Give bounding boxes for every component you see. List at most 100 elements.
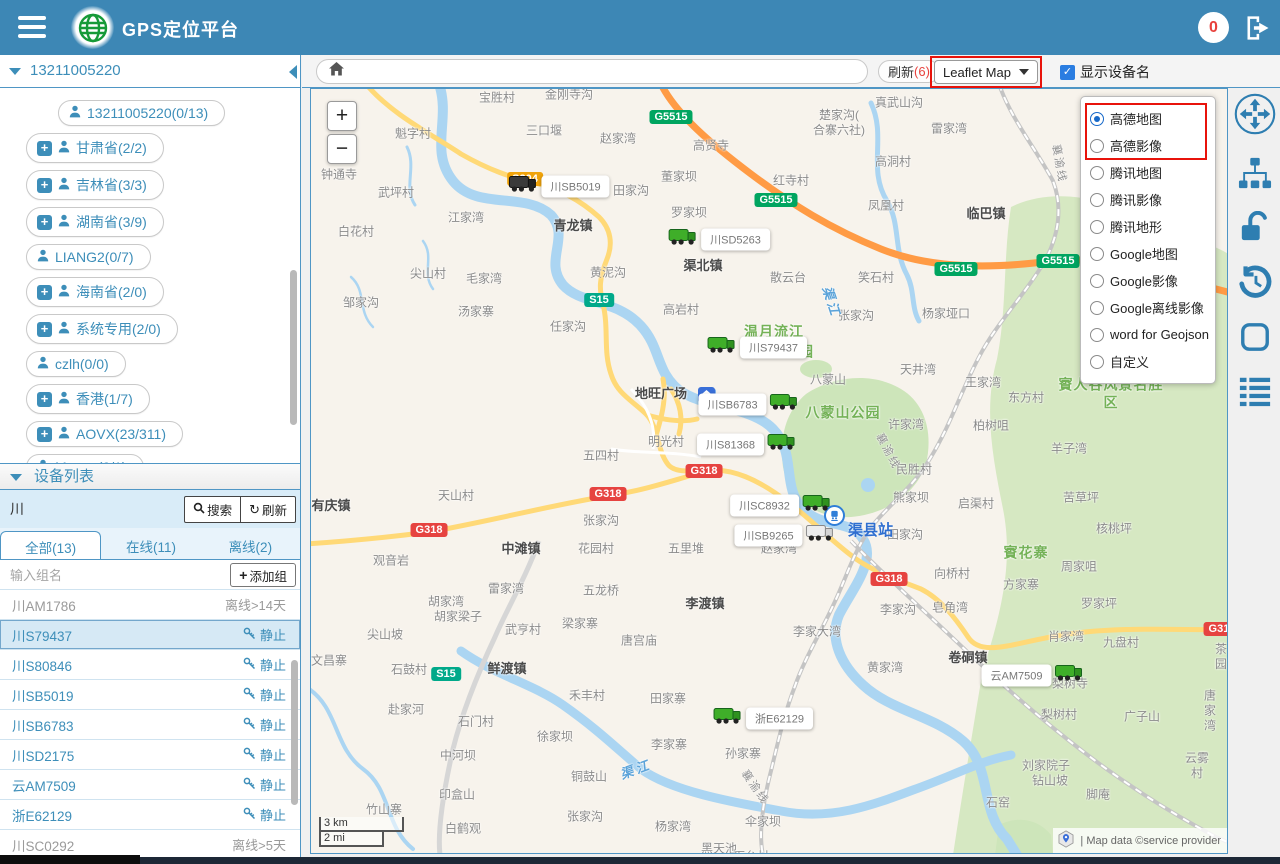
truck-icon[interactable] — [508, 175, 538, 198]
vehicle-label-bubble[interactable]: 云AM7509 — [982, 664, 1052, 686]
radio-icon[interactable] — [1090, 301, 1104, 315]
device-row[interactable]: 川AM1786 离线>14天 — [0, 590, 300, 620]
vehicle-marker[interactable]: 川S79437 — [707, 336, 807, 359]
vehicle-marker[interactable]: 川SB5019 — [508, 175, 609, 198]
vehicle-label-bubble[interactable]: 川SB5019 — [541, 175, 609, 197]
tree-node[interactable]: + czlh(0/0) — [26, 351, 126, 377]
expand-plus-icon[interactable]: + — [37, 215, 52, 230]
notification-badge[interactable]: 0 — [1198, 12, 1229, 43]
device-row[interactable]: 川SB5019 静止 — [0, 680, 300, 710]
vehicle-label-bubble[interactable]: 浙E62129 — [746, 707, 813, 729]
vehicle-marker[interactable]: 川SB6783 — [698, 393, 799, 416]
layer-option[interactable]: Google离线影像 — [1090, 294, 1215, 321]
basemap-select[interactable]: Leaflet Map — [934, 60, 1038, 84]
vehicle-marker[interactable]: 川SB9265 — [734, 524, 835, 547]
expand-plus-icon[interactable]: + — [37, 427, 52, 442]
show-names-checkbox[interactable]: ✓ — [1060, 65, 1075, 80]
radio-icon[interactable] — [1090, 220, 1104, 234]
vehicle-marker[interactable]: 川SD5263 — [668, 228, 770, 251]
vehicle-label-bubble[interactable]: 川SB9265 — [734, 524, 802, 546]
zoom-out-button[interactable]: − — [327, 134, 357, 164]
unlock-icon[interactable] — [1238, 211, 1272, 248]
tree-node[interactable]: + 海南省(2/0) — [26, 277, 164, 307]
logout-icon[interactable] — [1243, 14, 1273, 42]
device-row[interactable]: 川SD2175 静止 — [0, 740, 300, 770]
layer-option[interactable]: 高德地图 — [1090, 105, 1215, 132]
vehicle-label-bubble[interactable]: 川S79437 — [740, 336, 807, 358]
tree-node[interactable]: + 系统专用(2/0) — [26, 314, 178, 344]
history-icon[interactable] — [1237, 264, 1273, 305]
add-group-button[interactable]: +添加组 — [230, 563, 296, 587]
list-icon[interactable] — [1237, 374, 1273, 413]
device-tab[interactable]: 离线(2) — [201, 528, 300, 559]
radio-icon[interactable] — [1090, 247, 1104, 261]
device-list-header[interactable]: 设备列表 — [0, 463, 300, 490]
tree-node[interactable]: + LIANG2(0/7) — [26, 244, 151, 270]
device-list-scrollbar[interactable] — [291, 660, 298, 805]
radio-icon[interactable] — [1090, 139, 1104, 153]
layer-option[interactable]: 腾讯地形 — [1090, 213, 1215, 240]
tree-node[interactable]: + AOVX(23/311) — [26, 421, 183, 447]
device-search-input[interactable] — [10, 497, 180, 521]
radio-icon[interactable] — [1090, 166, 1104, 180]
device-row[interactable]: 川SB6783 静止 — [0, 710, 300, 740]
vehicle-label-bubble[interactable]: 川S81368 — [697, 433, 764, 455]
radio-icon[interactable] — [1090, 274, 1104, 288]
radio-icon[interactable] — [1090, 355, 1104, 369]
truck-icon[interactable] — [770, 393, 800, 416]
map-canvas[interactable]: 宝胜村金刚寺沟真武山沟雷家湾楚家沟( 合寨六社)三口堰赵家湾魁字村高贤寺高洞村钟… — [310, 88, 1228, 854]
search-button[interactable]: 搜索 — [185, 497, 240, 522]
expand-plus-icon[interactable]: + — [37, 322, 52, 337]
vehicle-marker[interactable]: 浙E62129 — [713, 707, 813, 730]
tree-node[interactable]: + 吉林省(3/3) — [26, 170, 164, 200]
truck-icon[interactable] — [806, 524, 836, 547]
device-row[interactable]: 浙E62129 静止 — [0, 800, 300, 830]
layer-option[interactable]: Google影像 — [1090, 267, 1215, 294]
refresh-button[interactable]: ↻ 刷新 — [240, 497, 295, 522]
tree-node[interactable]: + 甘肃省(2/2) — [26, 133, 164, 163]
vehicle-marker[interactable]: 云AM7509 — [982, 664, 1085, 687]
truck-icon[interactable] — [767, 433, 797, 456]
vehicle-label-bubble[interactable]: 川SB6783 — [698, 393, 766, 415]
expand-plus-icon[interactable]: + — [37, 141, 52, 156]
truck-icon[interactable] — [707, 336, 737, 359]
layer-option[interactable]: 自定义 — [1090, 348, 1215, 375]
tree-node[interactable]: + Magee(0/1) — [26, 454, 144, 463]
vehicle-marker[interactable]: 川SC8932 — [730, 494, 832, 517]
vehicle-marker[interactable]: 川S81368 — [697, 433, 797, 456]
truck-icon[interactable] — [713, 707, 743, 730]
radio-icon[interactable] — [1090, 112, 1104, 126]
vehicle-label-bubble[interactable]: 川SC8932 — [730, 494, 799, 516]
expand-plus-icon[interactable]: + — [37, 392, 52, 407]
layer-option[interactable]: 高德影像 — [1090, 132, 1215, 159]
group-name-input[interactable] — [10, 564, 170, 586]
rectangle-icon[interactable] — [1239, 321, 1271, 358]
device-row[interactable]: 川S79437 静止 — [0, 620, 300, 650]
tree-node[interactable]: + 13211005220(0/13) — [58, 100, 225, 126]
home-icon[interactable] — [329, 62, 344, 81]
layer-option[interactable]: 腾讯地图 — [1090, 159, 1215, 186]
truck-icon[interactable] — [668, 228, 698, 251]
truck-icon[interactable] — [802, 494, 832, 517]
tree-scrollbar[interactable] — [290, 270, 297, 425]
menu-icon[interactable] — [18, 16, 46, 40]
layer-option[interactable]: 腾讯影像 — [1090, 186, 1215, 213]
address-bar[interactable] — [316, 59, 868, 84]
pan-tool-icon[interactable] — [1234, 93, 1276, 140]
vehicle-label-bubble[interactable]: 川SD5263 — [701, 228, 770, 250]
hierarchy-icon[interactable] — [1237, 156, 1273, 195]
device-tab[interactable]: 在线(11) — [101, 528, 200, 559]
truck-icon[interactable] — [1054, 664, 1084, 687]
device-row[interactable]: 川S80846 静止 — [0, 650, 300, 680]
layer-option[interactable]: word for Geojson — [1090, 321, 1215, 348]
expand-plus-icon[interactable]: + — [37, 285, 52, 300]
radio-icon[interactable] — [1090, 328, 1104, 342]
expand-plus-icon[interactable]: + — [37, 178, 52, 193]
account-bar[interactable]: 13211005220 — [0, 55, 300, 88]
device-tab[interactable]: 全部(13) — [0, 531, 101, 559]
device-row[interactable]: 云AM7509 静止 — [0, 770, 300, 800]
zoom-in-button[interactable]: + — [327, 101, 357, 131]
radio-icon[interactable] — [1090, 193, 1104, 207]
layer-option[interactable]: Google地图 — [1090, 240, 1215, 267]
sidebar-collapse-icon[interactable] — [289, 65, 297, 79]
